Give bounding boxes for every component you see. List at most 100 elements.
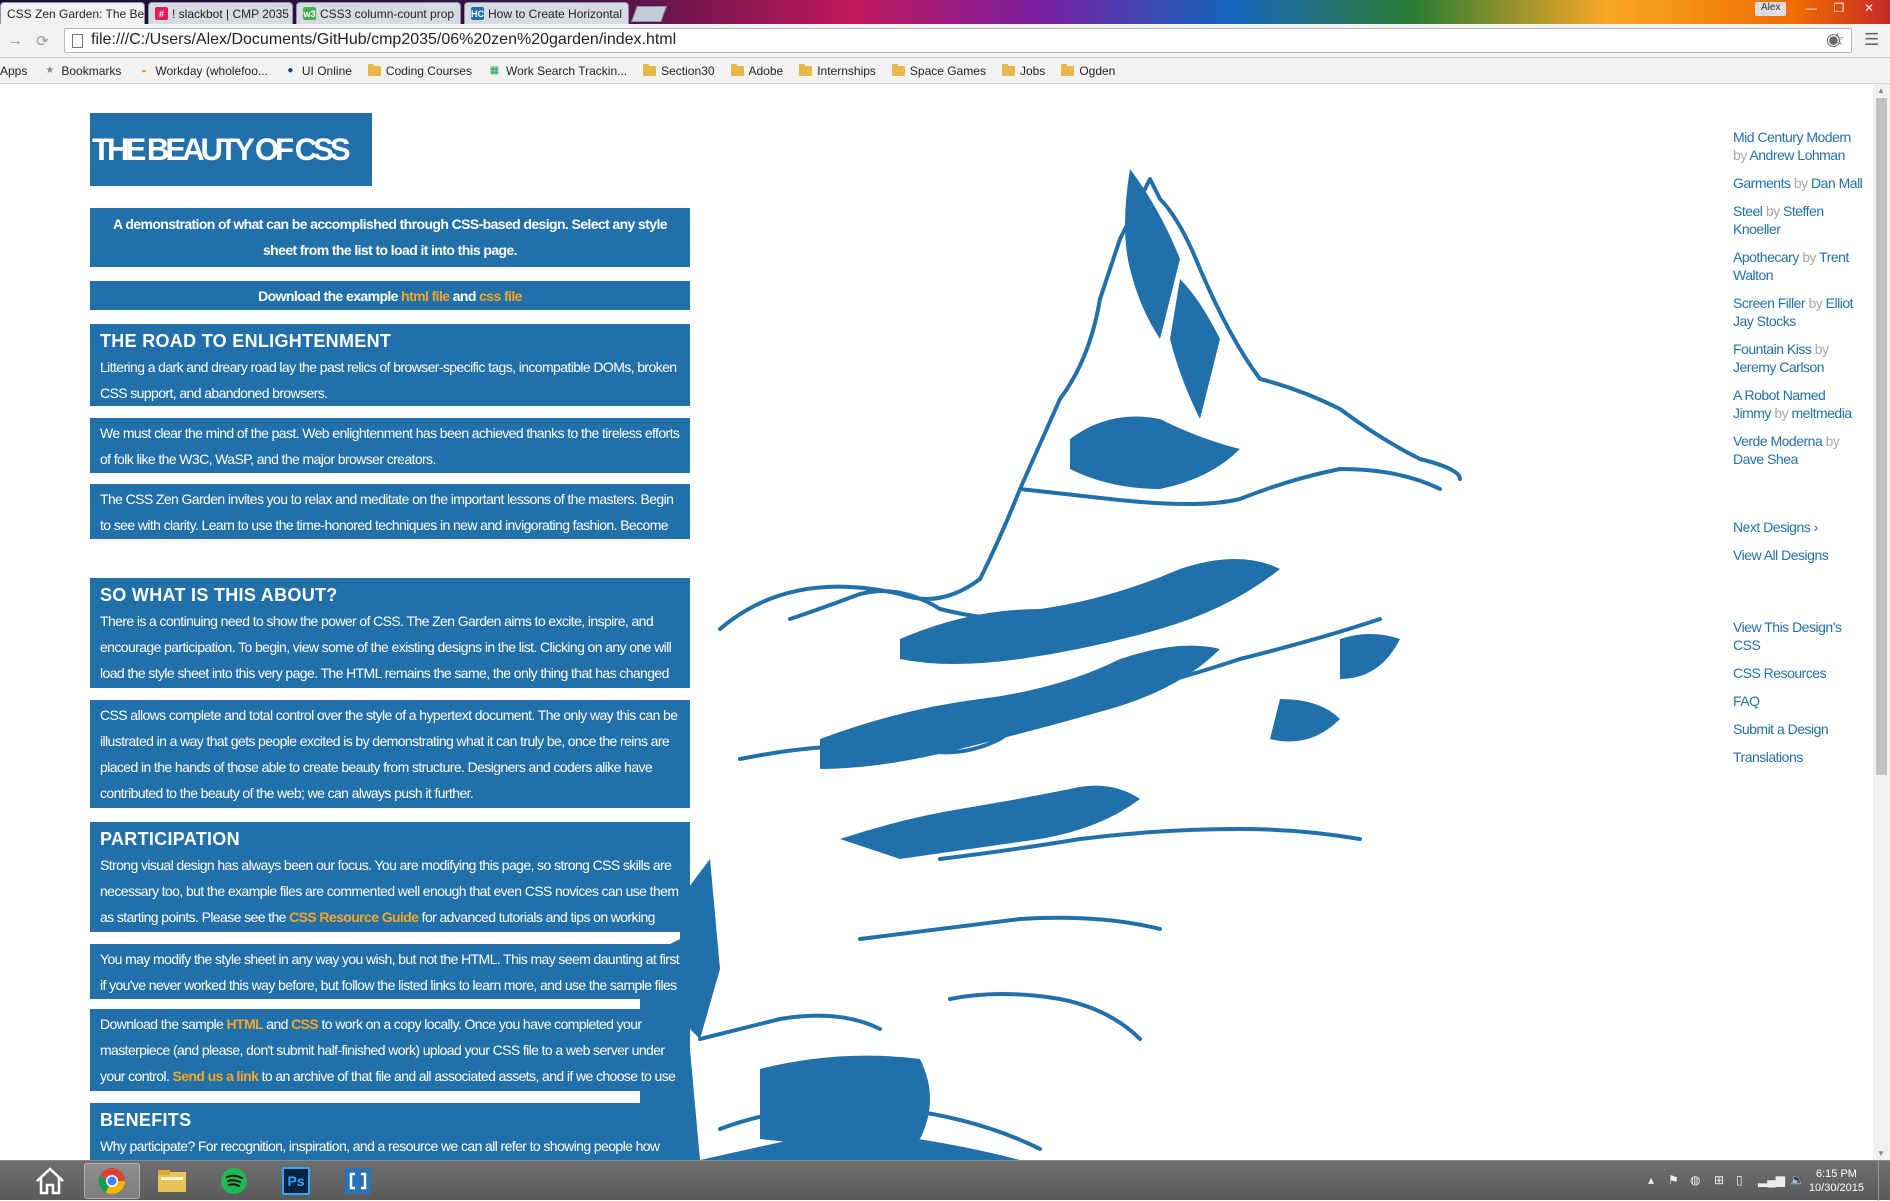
photoshop-taskbar-button[interactable]: Ps xyxy=(268,1163,324,1199)
design-author[interactable]: Dan Mall xyxy=(1811,175,1863,191)
design-name[interactable]: Screen Filler xyxy=(1733,295,1806,311)
design-author[interactable]: Jeremy Carlson xyxy=(1733,359,1825,375)
design-item[interactable]: Steel by Steffen Knoeller xyxy=(1733,202,1863,238)
signal-icon[interactable]: ▂▄▆ xyxy=(1758,1173,1785,1187)
design-item[interactable]: Fountain Kiss by Jeremy Carlson xyxy=(1733,340,1863,376)
design-name[interactable]: Fountain Kiss xyxy=(1733,341,1812,357)
scroll-up-arrow-icon[interactable]: ▲ xyxy=(1877,86,1885,95)
bookmark-jobs[interactable]: Jobs xyxy=(994,63,1053,78)
forward-arrow-icon[interactable]: → xyxy=(8,32,23,49)
submit-design-link[interactable]: Submit a Design xyxy=(1733,720,1863,738)
section-heading: PARTICIPATION xyxy=(100,829,240,849)
send-us-a-link[interactable]: Send us a link xyxy=(173,1068,259,1084)
design-item[interactable]: Mid Century Modern by Andrew Lohman xyxy=(1733,128,1863,164)
show-hidden-icons-icon[interactable]: ▴ xyxy=(1648,1173,1654,1187)
show-desktop-button[interactable] xyxy=(1878,1161,1890,1201)
bookmark-ogden[interactable]: Ogden xyxy=(1053,63,1123,78)
paragraph-text: and xyxy=(263,1016,292,1032)
translations-link[interactable]: Translations xyxy=(1733,748,1863,766)
benefits-section: BENEFITS Why participate? For recognitio… xyxy=(90,1103,690,1160)
minimize-button[interactable]: — xyxy=(1798,0,1824,17)
design-author[interactable]: meltmedia xyxy=(1792,405,1853,421)
bookmark-work-search[interactable]: ▦ Work Search Trackin... xyxy=(480,64,635,78)
extension-icon[interactable]: ◉ xyxy=(1826,30,1841,50)
windows-taskbar: Ps ▴ ⚑ ◍ ⊞ ▯ ▂▄▆ 🔈 6:15 PM 10/30/2015 xyxy=(0,1160,1890,1201)
design-name[interactable]: Garments xyxy=(1733,175,1791,191)
network-icon[interactable]: ◍ xyxy=(1690,1173,1700,1187)
tab-horizontal[interactable]: HC How to Create Horizontal ✕ xyxy=(464,2,629,24)
html-file-link[interactable]: html file xyxy=(401,288,450,304)
restore-button[interactable]: ❐ xyxy=(1826,0,1852,17)
sample-html-link[interactable]: HTML xyxy=(227,1016,264,1032)
tab-slackbot[interactable]: # ! slackbot | CMP 2035 Sla ✕ xyxy=(148,2,293,24)
volume-icon[interactable]: 🔈 xyxy=(1790,1173,1805,1187)
bookmark-workday[interactable]: ◒ Workday (wholefoo... xyxy=(129,64,276,78)
design-item[interactable]: Apothecary by Trent Walton xyxy=(1733,248,1863,284)
tab-title: CSS3 column-count prop xyxy=(320,6,455,21)
battery-icon[interactable]: ▯ xyxy=(1736,1173,1743,1187)
folder-icon xyxy=(158,1170,186,1192)
tab-zen-garden[interactable]: CSS Zen Garden: The Bea ✕ xyxy=(0,2,145,24)
menu-icon[interactable]: ☰ xyxy=(1864,30,1879,50)
close-window-button[interactable]: ✕ xyxy=(1856,0,1882,17)
css-resource-guide-link[interactable]: CSS Resource Guide xyxy=(289,909,419,925)
home-taskbar-button[interactable] xyxy=(22,1163,78,1199)
vertical-scrollbar[interactable]: ▲ ▼ xyxy=(1873,84,1890,1160)
new-tab-button[interactable] xyxy=(631,6,667,22)
close-icon[interactable]: ✕ xyxy=(458,7,460,20)
bookmark-adobe[interactable]: Adobe xyxy=(723,63,792,78)
scrollbar-thumb[interactable] xyxy=(1876,98,1887,775)
design-name[interactable]: Steel xyxy=(1733,203,1763,219)
design-author[interactable]: Andrew Lohman xyxy=(1749,147,1845,163)
brackets-taskbar-button[interactable] xyxy=(330,1163,386,1199)
flag-icon[interactable]: ⚑ xyxy=(1668,1173,1679,1187)
design-item[interactable]: Garments by Dan Mall xyxy=(1733,174,1863,192)
photoshop-icon: Ps xyxy=(282,1167,310,1195)
section-heading: BENEFITS xyxy=(100,1110,192,1130)
tab-strip: CSS Zen Garden: The Bea ✕ # ! slackbot |… xyxy=(0,0,1890,24)
bookmark-coding-courses[interactable]: Coding Courses xyxy=(360,63,480,78)
next-designs-link[interactable]: Next Designs › xyxy=(1733,518,1863,536)
bookmark-section30[interactable]: Section30 xyxy=(635,63,722,78)
view-all-designs-link[interactable]: View All Designs xyxy=(1733,546,1863,564)
view-design-css-link[interactable]: View This Design’s CSS xyxy=(1733,618,1863,654)
design-item[interactable]: A Robot Named Jimmy by meltmedia xyxy=(1733,386,1863,422)
tab-css3-column-count[interactable]: w3 CSS3 column-count prop ✕ xyxy=(296,2,461,24)
design-author[interactable]: Dave Shea xyxy=(1733,451,1798,467)
faq-link[interactable]: FAQ xyxy=(1733,692,1863,710)
reload-icon[interactable]: ⟳ xyxy=(36,32,49,50)
design-name[interactable]: Apothecary xyxy=(1733,249,1799,265)
globe-icon: ● xyxy=(287,65,294,76)
bookmark-apps[interactable]: Apps xyxy=(0,64,35,78)
bookmark-internships[interactable]: Internships xyxy=(791,63,884,78)
bookmark-space-games[interactable]: Space Games xyxy=(884,63,994,78)
by-label: by xyxy=(1733,147,1747,163)
close-icon[interactable]: ✕ xyxy=(626,7,628,20)
spotify-taskbar-button[interactable] xyxy=(206,1163,262,1199)
bookmark-ui-online[interactable]: ● UI Online xyxy=(276,64,360,78)
by-label: by xyxy=(1774,405,1789,421)
about-section-p2: CSS allows complete and total control ov… xyxy=(90,700,690,808)
design-name[interactable]: Mid Century Modern xyxy=(1733,129,1851,145)
file-explorer-taskbar-button[interactable] xyxy=(144,1163,200,1199)
scroll-down-arrow-icon[interactable]: ▼ xyxy=(1877,1149,1885,1158)
bookmark-bookmarks[interactable]: ★ Bookmarks xyxy=(35,64,129,78)
bookmark-label: Ogden xyxy=(1079,63,1116,78)
by-label: by xyxy=(1825,433,1840,449)
windows-update-icon[interactable]: ⊞ xyxy=(1714,1173,1724,1187)
page-title: THE BEAUTY OF CSS xyxy=(90,113,372,186)
bookmark-label: Section30 xyxy=(661,63,715,78)
road-section: THE ROAD TO ENLIGHTENMENT Littering a da… xyxy=(90,324,690,406)
design-item[interactable]: Screen Filler by Elliot Jay Stocks xyxy=(1733,294,1863,330)
css-resources-link[interactable]: CSS Resources xyxy=(1733,664,1863,682)
system-clock[interactable]: 6:15 PM 10/30/2015 xyxy=(1809,1167,1864,1195)
address-bar[interactable]: file:///C:/Users/Alex/Documents/GitHub/c… xyxy=(64,28,1852,53)
chrome-taskbar-button[interactable] xyxy=(84,1163,140,1199)
download-and: and xyxy=(449,288,480,304)
profile-button[interactable]: Alex xyxy=(1755,2,1787,16)
css-file-link[interactable]: css file xyxy=(479,288,522,304)
design-name[interactable]: Verde Moderna xyxy=(1733,433,1823,449)
bookmark-label: Jobs xyxy=(1019,63,1046,78)
sample-css-link[interactable]: CSS xyxy=(291,1016,319,1032)
design-item[interactable]: Verde Moderna by Dave Shea xyxy=(1733,432,1863,468)
